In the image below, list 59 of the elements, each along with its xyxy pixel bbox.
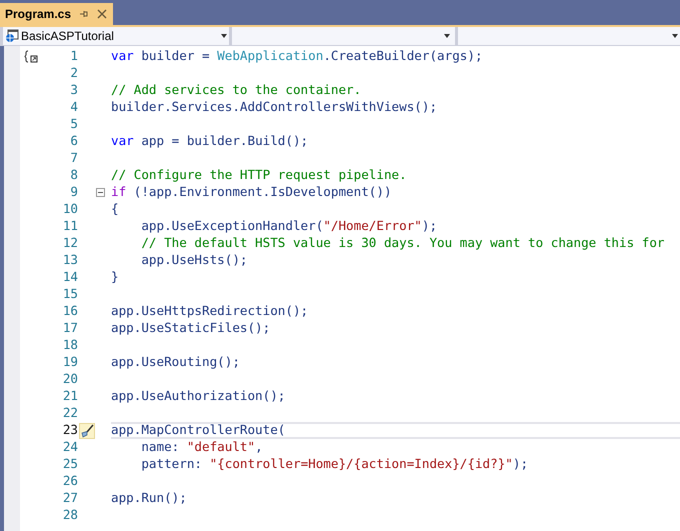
close-icon[interactable] <box>97 9 108 19</box>
line-number: 18 <box>62 336 78 354</box>
tab-title: Program.cs <box>5 6 72 23</box>
code-line: } <box>111 268 119 286</box>
pin-icon[interactable] <box>79 9 90 19</box>
line-number: 27 <box>62 489 78 508</box>
code-line: { <box>111 200 119 218</box>
code-line: app.MapControllerRoute( <box>111 421 286 440</box>
code-line: var builder = WebApplication.CreateBuilder(args); <box>111 47 483 66</box>
line-number: 20 <box>62 370 78 388</box>
line-number: 12 <box>62 234 78 252</box>
line-number: 19 <box>62 353 78 372</box>
line-number: 7 <box>69 149 78 168</box>
code-line: app.UseAuthorization(); <box>111 387 286 406</box>
code-line: app.UseRouting(); <box>111 353 240 372</box>
dropdown-arrow-icon <box>444 34 450 38</box>
code-line: app.UseExceptionHandler("/Home/Error"); <box>140 217 438 236</box>
line-number: 22 <box>62 404 78 422</box>
globe-window-icon <box>5 29 19 43</box>
line-number: 1 <box>69 47 78 66</box>
line-number: 24 <box>62 438 78 456</box>
code-line: // Add services to the container. <box>111 81 362 100</box>
code-line: if (!app.Environment.IsDevelopment()) <box>111 183 392 202</box>
line-number: 3 <box>69 81 78 100</box>
line-number: 10 <box>62 200 78 218</box>
project-dropdown[interactable]: BasicASPTutorial <box>3 27 229 45</box>
code-line: app.UseHsts(); <box>140 251 248 270</box>
dropdown-arrow-icon <box>672 34 678 38</box>
code-line: // Configure the HTTP request pipeline. <box>111 166 407 184</box>
project-name: BasicASPTutorial <box>21 28 115 45</box>
code-line: app.Run(); <box>111 489 187 508</box>
code-line: // The default HSTS value is 30 days. You may want to change this for <box>140 234 664 252</box>
code-line: pattern: "{controller=Home}/{action=Index}/{id?}"); <box>140 455 528 474</box>
line-number: 23 <box>62 421 78 440</box>
line-number: 15 <box>62 285 78 304</box>
line-number: 16 <box>62 302 78 320</box>
brush-icon[interactable] <box>79 422 95 438</box>
document-tab[interactable]: Program.cs <box>0 3 113 25</box>
code-line: var app = builder.Build(); <box>111 132 308 150</box>
collapse-icon[interactable] <box>96 188 105 197</box>
line-number: 11 <box>62 217 78 236</box>
line-number: 6 <box>69 132 78 150</box>
line-number: 13 <box>62 251 78 270</box>
line-number: 17 <box>62 319 78 338</box>
code-line: name: "default", <box>140 438 263 456</box>
line-number: 28 <box>62 506 78 524</box>
line-number: 5 <box>69 115 78 134</box>
line-number: 8 <box>69 166 78 184</box>
line-number: 9 <box>69 183 78 202</box>
dropdown-arrow-icon <box>221 34 227 38</box>
code-line: app.UseHttpsRedirection(); <box>111 302 308 320</box>
line-number: 2 <box>69 64 78 82</box>
line-number: 21 <box>62 387 78 406</box>
line-number: 14 <box>62 268 78 286</box>
line-number: 4 <box>69 98 78 116</box>
line-number: 26 <box>62 472 78 490</box>
code-line: builder.Services.AddControllersWithViews(); <box>111 98 438 116</box>
code-line: app.UseStaticFiles(); <box>111 319 270 338</box>
line-number: 25 <box>62 455 78 474</box>
